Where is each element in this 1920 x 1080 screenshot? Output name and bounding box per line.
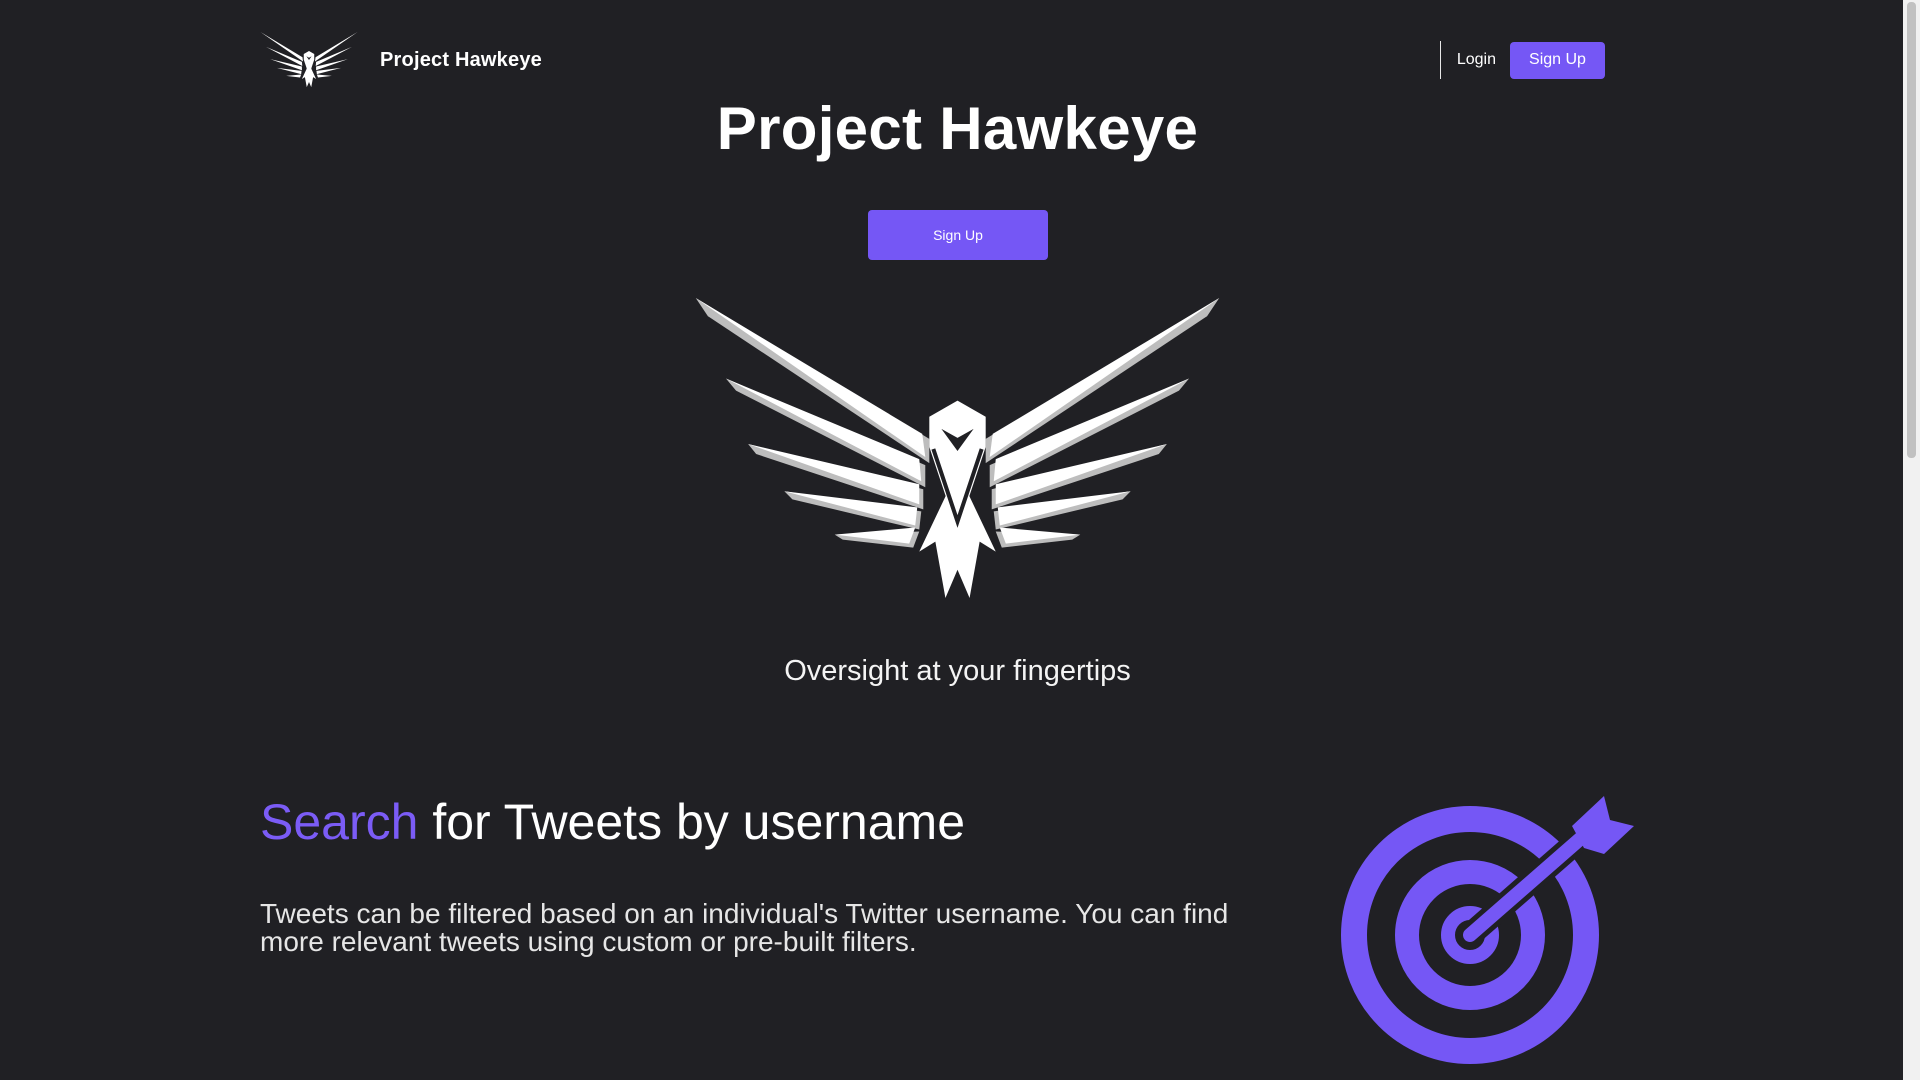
hawk-emblem-icon xyxy=(260,32,358,88)
top-nav: Login Sign Up xyxy=(1439,40,1605,80)
hero-title: Project Hawkeye xyxy=(716,95,1199,162)
header-signup-button[interactable]: Sign Up xyxy=(1510,41,1605,79)
hawk-emblem-icon xyxy=(695,298,1220,605)
nav-divider xyxy=(1439,41,1441,79)
target-arrow-icon xyxy=(1334,790,1634,1080)
hero-signup-button[interactable]: Sign Up xyxy=(868,210,1048,260)
vertical-scrollbar[interactable] xyxy=(1903,0,1920,1080)
feature-heading-accent: Search xyxy=(260,794,419,850)
login-link[interactable]: Login xyxy=(1451,45,1502,75)
brand-home-link[interactable]: Project Hawkeye xyxy=(260,32,542,88)
hero-tagline: Oversight at your fingertips xyxy=(784,655,1131,687)
page: Project Hawkeye Login Sign Up Project Ha… xyxy=(0,0,1920,1080)
scrollbar-thumb[interactable] xyxy=(1907,2,1916,458)
feature-heading: Search for Tweets by username xyxy=(260,793,965,851)
site-header: Project Hawkeye Login Sign Up xyxy=(260,28,1605,92)
feature-description: Tweets can be filtered based on an indiv… xyxy=(260,898,1229,957)
feature-heading-rest: for Tweets by username xyxy=(418,794,965,850)
brand-name: Project Hawkeye xyxy=(380,48,542,71)
